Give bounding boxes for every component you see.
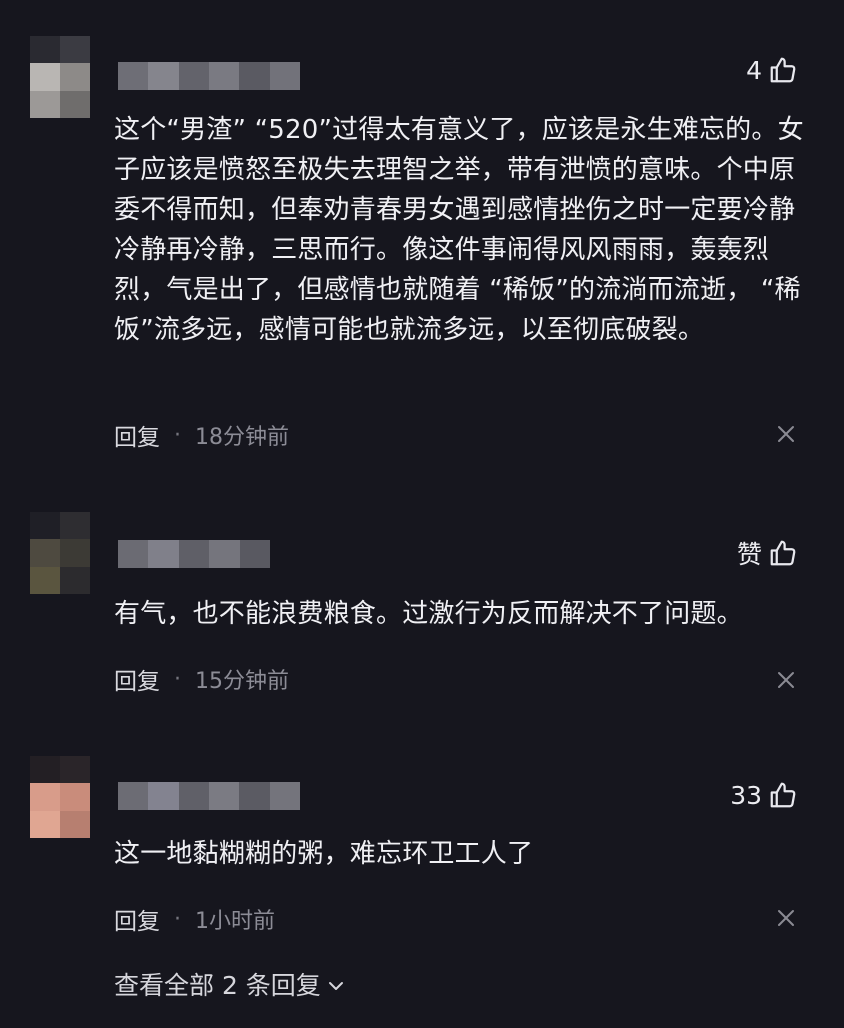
separator-dot: · — [174, 666, 181, 692]
timestamp: 18分钟前 — [195, 425, 289, 450]
avatar[interactable] — [30, 756, 90, 838]
comment-text: 有气，也不能浪费粮食。过激行为反而解决不了问题。 — [114, 599, 743, 629]
timestamp: 1小时前 — [195, 909, 275, 934]
comment-meta: 回复 · 15分钟前 — [114, 662, 289, 696]
comment-meta: 回复 · 1小时前 — [114, 902, 275, 936]
comment-meta: 回复 · 18分钟前 — [114, 418, 289, 452]
comment-text: 这一地黏糊糊的粥，难忘环卫工人了 — [114, 839, 534, 869]
like-count: 4 — [746, 55, 762, 85]
thumb-up-icon — [770, 782, 796, 808]
thumb-up-icon — [770, 57, 796, 83]
separator-dot: · — [174, 422, 181, 448]
view-all-replies-label: 查看全部 2 条回复 — [114, 971, 321, 1000]
thumb-up-icon — [770, 540, 796, 566]
avatar[interactable] — [30, 36, 90, 118]
like-button[interactable]: 33 — [730, 780, 798, 810]
timestamp: 15分钟前 — [195, 669, 289, 694]
reply-button[interactable]: 回复 — [114, 418, 160, 452]
reply-button[interactable]: 回复 — [114, 902, 160, 936]
reply-button[interactable]: 回复 — [114, 662, 160, 696]
view-all-replies-button[interactable]: 查看全部 2 条回复 — [114, 966, 345, 1002]
like-count: 33 — [730, 780, 762, 810]
like-button[interactable]: 赞 — [737, 535, 798, 571]
chevron-down-icon — [328, 982, 343, 990]
username-blurred[interactable] — [118, 782, 300, 810]
close-icon[interactable] — [776, 670, 796, 690]
username-blurred[interactable] — [118, 62, 300, 90]
close-icon[interactable] — [776, 424, 796, 444]
username-blurred[interactable] — [118, 540, 271, 568]
separator-dot: · — [174, 906, 181, 932]
like-count: 赞 — [736, 540, 762, 569]
comment-text: 这个“男渣” “520”过得太有意义了，应该是永生难忘的。女子应该是愤怒至极失去… — [114, 115, 804, 345]
avatar[interactable] — [30, 512, 90, 594]
like-button[interactable]: 4 — [746, 55, 798, 85]
close-icon[interactable] — [776, 908, 796, 928]
